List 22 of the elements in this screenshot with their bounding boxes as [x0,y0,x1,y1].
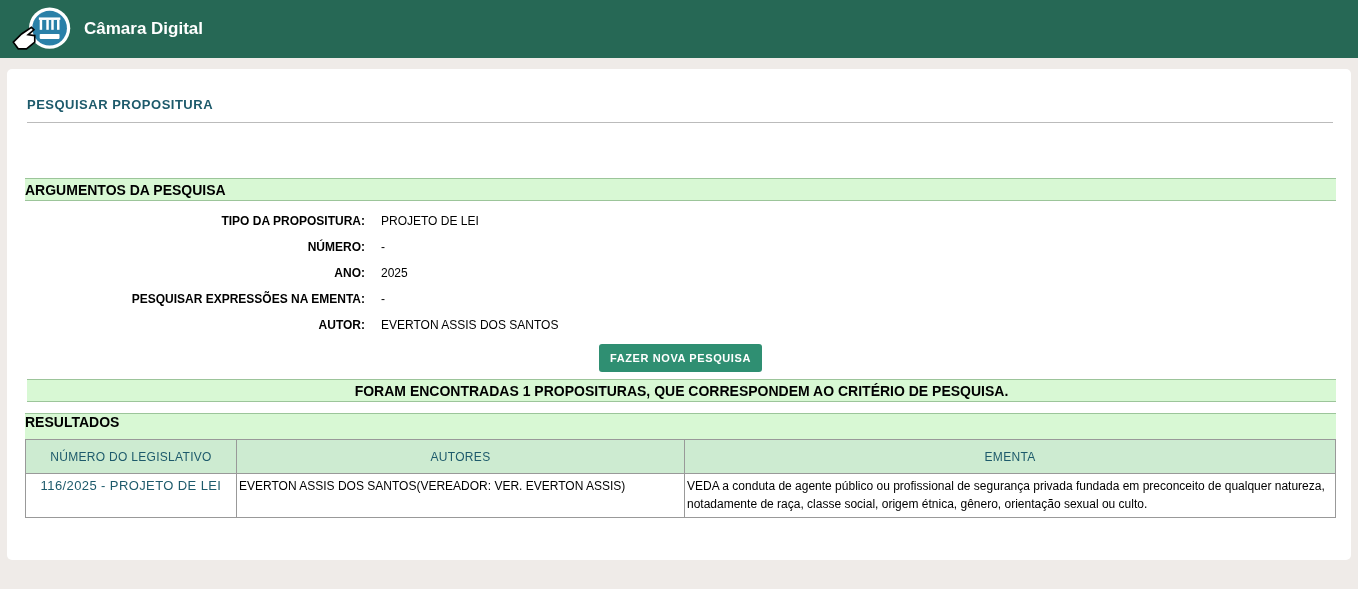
app-title: Câmara Digital [84,19,204,39]
field-value: PROJETO DE LEI [381,214,480,229]
column-header: AUTORES [236,439,685,474]
page-title: PESQUISAR PROPOSITURA [27,95,1333,123]
field-value: 2025 [381,266,409,281]
table-cell: EVERTON ASSIS DOS SANTOS(VEREADOR: VER. EVERTON ASSIS) [236,473,685,518]
section-heading: RESULTADOS [25,414,120,430]
field-label: AUTOR: [317,318,365,333]
section-heading: ARGUMENTOS DA PESQUISA [25,181,226,198]
field-label: PESQUISAR EXPRESSÕES NA EMENTA: [130,292,365,307]
field-value: EVERTON ASSIS DOS SANTOS [381,318,560,333]
new-search-button[interactable]: FAZER NOVA PESQUISA [599,344,762,372]
field-label: ANO: [333,266,365,281]
table-cell: VEDA a conduta de agente público ou profissional de segurança privada fundada em preconceito de qualquer natureza, notadamente de raça, classe social, origem étnica, gênero, orientação sexual ou culto. [684,473,1336,518]
field-value: - [381,292,386,307]
results-summary: FORAM ENCONTRADAS 1 PROPOSITURAS, QUE CORRESPONDEM AO CRITÉRIO DE PESQUISA. [354,382,1009,399]
column-header: NÚMERO DO LEGISLATIVO [25,439,237,474]
field-value: - [381,240,386,255]
column-header: EMENTA [684,439,1336,474]
field-label: NÚMERO: [306,240,365,255]
proposal-link[interactable]: 116/2025 - PROJETO DE LEI [40,478,222,493]
field-label: TIPO DA PROPOSITURA: [220,214,365,229]
